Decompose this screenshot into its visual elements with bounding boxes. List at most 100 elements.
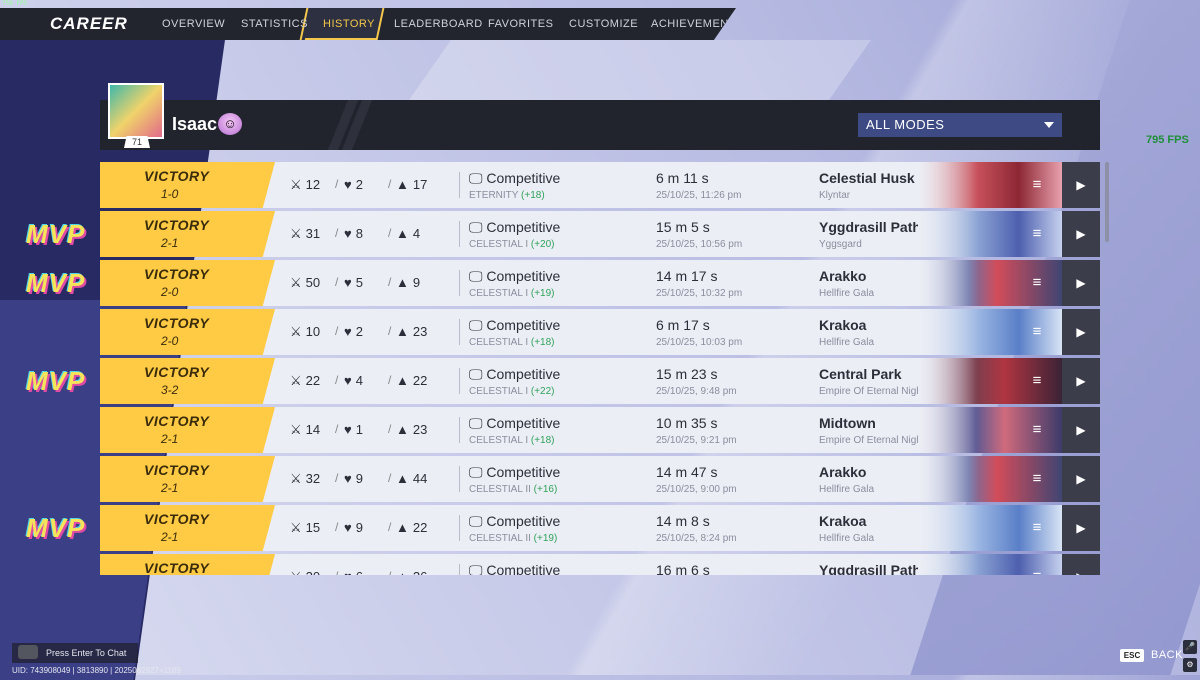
- stat-separator: /: [335, 569, 338, 575]
- match-row[interactable]: VICTORY⚔20♥6▲26//🖵 Competitive 16 m 6 sY…: [100, 554, 1100, 575]
- match-row[interactable]: VICTORY 2-0 ⚔ 50 ♥ 5 ▲ 9 / / 🖵 Competitive CELESTIA…: [100, 260, 1100, 306]
- back-button[interactable]: BACK: [1151, 649, 1183, 661]
- result-panel: VICTORY 3-2: [100, 358, 275, 404]
- fps-counter: 795 FPS: [1146, 134, 1189, 146]
- rank-gain: (+22): [530, 386, 555, 397]
- match-duration: 14 m 17 s: [656, 268, 718, 284]
- map-name: Krakoa: [819, 513, 867, 529]
- monitor-icon: 🖵: [469, 268, 487, 284]
- monitor-icon: 🖵: [469, 366, 487, 382]
- assists-value: 4: [412, 226, 421, 241]
- kills-icon: ⚔: [290, 324, 302, 339]
- match-row[interactable]: VICTORY 1-0 ⚔ 12 ♥ 2 ▲ 17 / / 🖵 Competitive ETERNIT…: [100, 162, 1100, 208]
- avatar[interactable]: [108, 83, 164, 139]
- map-area: Hellfire Gala: [819, 288, 875, 299]
- tab-history[interactable]: HISTORY: [323, 18, 375, 30]
- map-area: Empire Of Eternal Night: [819, 435, 925, 446]
- kills-stat: ⚔ 14: [290, 422, 320, 438]
- divider: [459, 172, 460, 198]
- assists-value: 23: [412, 324, 428, 339]
- play-replay-button[interactable]: ▶: [1062, 260, 1100, 306]
- match-history-list[interactable]: VICTORY 1-0 ⚔ 12 ♥ 2 ▲ 17// 🖵 Competitive ETERNIT…: [100, 162, 1100, 575]
- deaths-stat: ♥6: [344, 569, 363, 575]
- tab-leaderboard[interactable]: LEADERBOARD: [394, 18, 483, 30]
- mode-filter-dropdown[interactable]: ALL MODES: [858, 113, 1062, 137]
- microphone-icon[interactable]: 🎤: [1183, 640, 1197, 654]
- top-nav: CAREER OVERVIEW STATISTICS HISTORY LEADE…: [0, 8, 736, 40]
- deaths-value: 2: [355, 177, 363, 192]
- result-panel: VICTORY: [100, 554, 275, 575]
- deaths-icon: ♥: [344, 226, 352, 241]
- play-replay-button[interactable]: ▶: [1062, 309, 1100, 355]
- match-row[interactable]: VICTORY 2-0 ⚔ 10 ♥ 2 ▲ 23 / / 🖵 Competitive CELESTI…: [100, 309, 1100, 355]
- assists-value: 44: [412, 471, 428, 486]
- result-panel: VICTORY 2-1: [100, 456, 275, 502]
- tab-customize[interactable]: CUSTOMIZE: [569, 18, 638, 30]
- mvp-badge: MVP: [26, 513, 86, 543]
- game-mode-label: Competitive: [486, 219, 561, 235]
- assists-icon: ▲: [396, 324, 409, 339]
- settings-icon[interactable]: ⚙: [1183, 658, 1197, 672]
- kills-stat: ⚔ 15: [290, 520, 320, 536]
- deaths-icon: ♥: [344, 569, 352, 575]
- deaths-value: 9: [355, 471, 363, 486]
- deaths-value: 9: [355, 520, 363, 535]
- rank-info: CELESTIAL I (+22): [469, 386, 555, 397]
- menu-icon[interactable]: ≡: [1028, 225, 1046, 243]
- game-mode: 🖵 Competitive: [469, 513, 560, 530]
- menu-icon[interactable]: ≡: [1028, 470, 1046, 488]
- assists-value: 9: [412, 275, 421, 290]
- menu-icon[interactable]: ≡: [1028, 176, 1046, 194]
- deaths-icon: ♥: [344, 373, 352, 388]
- monitor-icon: 🖵: [469, 562, 487, 575]
- menu-icon[interactable]: ≡: [1028, 519, 1046, 537]
- game-mode: 🖵 Competitive: [469, 415, 560, 432]
- deaths-stat: ♥ 8: [344, 226, 363, 241]
- kills-icon: ⚔: [290, 471, 302, 486]
- kills-icon: ⚔: [290, 520, 302, 535]
- play-replay-button[interactable]: ▶: [1062, 162, 1100, 208]
- tab-achievements[interactable]: ACHIEVEMENTS: [651, 18, 736, 30]
- tab-overview[interactable]: OVERVIEW: [162, 18, 225, 30]
- stat-separator: /: [388, 520, 392, 534]
- tab-statistics[interactable]: STATISTICS: [241, 18, 308, 30]
- menu-icon[interactable]: ≡: [1028, 323, 1046, 341]
- kills-value: 22: [305, 373, 321, 388]
- deaths-stat: ♥ 2: [344, 324, 363, 339]
- result-panel: VICTORY 2-0: [100, 309, 275, 355]
- menu-icon[interactable]: ≡: [1028, 568, 1046, 575]
- chat-prompt[interactable]: Press Enter To Chat: [12, 643, 138, 663]
- kills-stat: ⚔ 10: [290, 324, 320, 340]
- rank-info: ETERNITY (+18): [469, 190, 545, 201]
- play-replay-button[interactable]: ▶: [1062, 407, 1100, 453]
- monitor-icon: 🖵: [469, 513, 487, 529]
- play-replay-button[interactable]: ▶: [1062, 554, 1100, 575]
- menu-icon[interactable]: ≡: [1028, 274, 1046, 292]
- match-row[interactable]: VICTORY 2-1 ⚔ 32 ♥ 9 ▲ 44 / / 🖵 Competitive CELESTI…: [100, 456, 1100, 502]
- match-row[interactable]: VICTORY 3-2 ⚔ 22 ♥ 4 ▲ 22// 🖵 Competitive CELESTI…: [100, 358, 1100, 404]
- result-panel: VICTORY 1-0: [100, 162, 275, 208]
- play-replay-button[interactable]: ▶: [1062, 505, 1100, 551]
- match-row[interactable]: VICTORY 2-1 ⚔ 15 ♥ 9 ▲ 22 / / 🖵 Competitive CELESTI…: [100, 505, 1100, 551]
- assists-stat: ▲ 26: [396, 569, 427, 575]
- stat-separator: /: [335, 324, 339, 338]
- menu-icon[interactable]: ≡: [1028, 421, 1046, 439]
- match-row[interactable]: VICTORY 2-1 ⚔ 14 ♥ 1 ▲ 23 / / 🖵 Competitive CELESTI…: [100, 407, 1100, 453]
- deaths-stat: ♥ 1: [344, 422, 363, 437]
- kills-stat: ⚔ 50: [290, 275, 320, 291]
- match-row[interactable]: VICTORY 2-1 ⚔ 31 ♥ 8 ▲ 4 / / 🖵 Competitive CELESTIA…: [100, 211, 1100, 257]
- menu-icon[interactable]: ≡: [1028, 372, 1046, 390]
- rank-info: CELESTIAL I (+20): [469, 239, 555, 250]
- stat-separator: /: [388, 226, 392, 240]
- play-replay-button[interactable]: ▶: [1062, 211, 1100, 257]
- divider: [459, 368, 460, 394]
- deaths-icon: ♥: [344, 324, 352, 339]
- play-replay-button[interactable]: ▶: [1062, 456, 1100, 502]
- play-replay-button[interactable]: ▶: [1062, 358, 1100, 404]
- result-panel: VICTORY 2-1: [100, 211, 275, 257]
- fps-counter-top: 758 FPS: [2, 0, 28, 7]
- deaths-value: 5: [355, 275, 363, 290]
- tab-favorites[interactable]: FAVORITES: [488, 18, 553, 30]
- scrollbar[interactable]: [1105, 162, 1109, 242]
- assists-stat: ▲ 44: [396, 471, 427, 486]
